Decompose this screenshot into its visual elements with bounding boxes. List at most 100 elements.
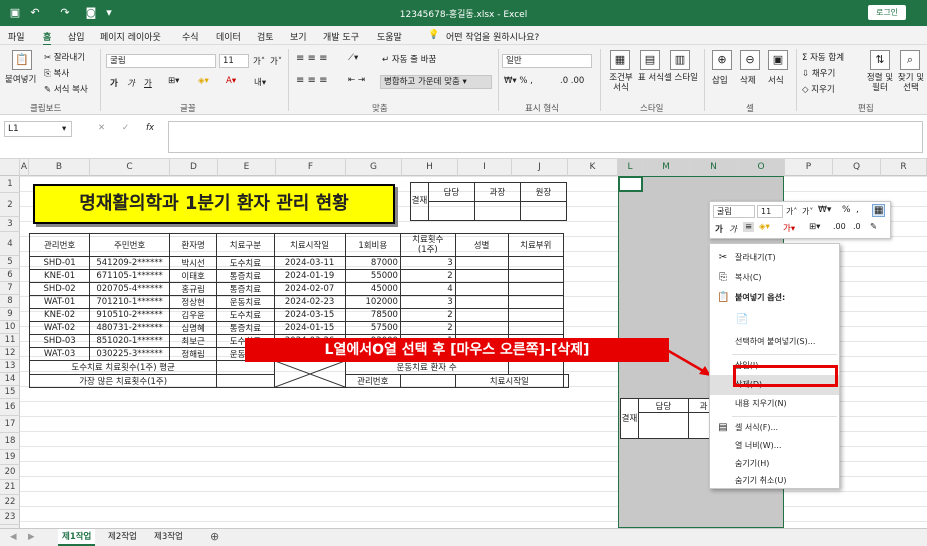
cell-styles-icon[interactable]: ▥ bbox=[670, 50, 690, 70]
context-menu-column-width[interactable]: 열 너비(W)... bbox=[710, 436, 839, 456]
delete-cells-icon[interactable]: ⊖ bbox=[740, 50, 760, 70]
grow-font-button[interactable]: 가˄ bbox=[253, 55, 265, 67]
tab-developer[interactable]: 개발 도구 bbox=[323, 30, 359, 43]
enter-icon[interactable]: ✓ bbox=[122, 123, 129, 133]
name-box-dropdown-icon[interactable]: ▾ bbox=[62, 124, 66, 134]
indent-icon[interactable]: ⇤ ⇥ bbox=[348, 75, 365, 85]
conditional-format-icon[interactable]: ▦ bbox=[610, 50, 630, 70]
column-header[interactable]: D bbox=[170, 159, 218, 176]
column-header[interactable]: J bbox=[512, 159, 568, 176]
mini-italic-button[interactable]: 가 bbox=[729, 223, 737, 235]
mini-increase-decimal-icon[interactable]: .00 bbox=[833, 222, 846, 231]
currency-icon[interactable]: ₩▾ % , bbox=[504, 76, 533, 86]
table-format-button[interactable]: 표 서식 bbox=[636, 73, 666, 83]
mini-font-color-icon[interactable]: 가▾ bbox=[783, 222, 795, 234]
align-left-icon[interactable]: ≡ ≡ ≡ bbox=[296, 75, 328, 86]
row-header[interactable]: 2 bbox=[0, 193, 20, 217]
shrink-font-button[interactable]: 가˅ bbox=[270, 55, 282, 67]
mini-font-select[interactable]: 굴림 bbox=[713, 205, 755, 218]
wrap-text-button[interactable]: ↵ 자동 줄 바꿈 bbox=[382, 53, 436, 65]
decimal-icon[interactable]: .0 .00 bbox=[560, 76, 584, 86]
tab-insert[interactable]: 삽입 bbox=[68, 30, 85, 43]
row-header[interactable]: 6 bbox=[0, 269, 20, 282]
row-header[interactable]: 12 bbox=[0, 347, 20, 360]
column-header[interactable]: L bbox=[618, 159, 643, 176]
align-top-icon[interactable]: ≡ ≡ ≡ bbox=[296, 53, 328, 64]
sheet-tab[interactable]: 제3작업 bbox=[150, 529, 187, 546]
fill-color-icon[interactable]: ◈▾ bbox=[198, 76, 209, 86]
row-header[interactable]: 21 bbox=[0, 480, 20, 495]
next-sheet-icon[interactable]: ▶ bbox=[24, 529, 39, 546]
tab-file[interactable]: 파일 bbox=[8, 30, 25, 43]
row-header[interactable]: 17 bbox=[0, 416, 20, 433]
tab-home[interactable]: 홈 bbox=[43, 30, 52, 46]
row-header[interactable]: 8 bbox=[0, 295, 20, 308]
delete-cells-button[interactable]: 삭제 bbox=[740, 74, 756, 86]
tab-page-layout[interactable]: 페이지 레이아웃 bbox=[100, 30, 161, 43]
column-header[interactable]: E bbox=[218, 159, 276, 176]
tab-formulas[interactable]: 수식 bbox=[182, 30, 199, 43]
clear-button[interactable]: ◇ 지우기 bbox=[802, 83, 835, 95]
cut-button[interactable]: ✂ 잘라내기 bbox=[44, 51, 85, 63]
row-header[interactable]: 7 bbox=[0, 282, 20, 295]
column-header[interactable]: M bbox=[643, 159, 690, 176]
mini-align-center-icon[interactable]: ≡ bbox=[743, 222, 755, 232]
column-header[interactable]: O bbox=[738, 159, 785, 176]
tab-view[interactable]: 보기 bbox=[290, 30, 307, 43]
font-color-icon[interactable]: A▾ bbox=[226, 76, 236, 86]
row-header[interactable]: 5 bbox=[0, 256, 20, 269]
phonetic-icon[interactable]: 내▾ bbox=[254, 76, 266, 88]
row-header[interactable]: 3 bbox=[0, 217, 20, 232]
mini-currency-icon[interactable]: ₩▾ bbox=[818, 205, 831, 215]
login-button[interactable]: 로그인 bbox=[868, 5, 906, 20]
context-menu-clear-contents[interactable]: 내용 지우기(N) bbox=[710, 394, 839, 414]
context-menu-copy[interactable]: ⎘ 복사(C) bbox=[710, 268, 839, 288]
insert-cells-icon[interactable]: ⊕ bbox=[712, 50, 732, 70]
column-header[interactable]: G bbox=[346, 159, 402, 176]
context-menu-format-cells[interactable]: ▤ 셀 서식(F)... bbox=[710, 418, 839, 438]
row-header[interactable]: 4 bbox=[0, 232, 20, 256]
underline-button[interactable]: 가 bbox=[144, 77, 152, 89]
mini-decrease-decimal-icon[interactable]: .0 bbox=[853, 222, 861, 231]
mini-size-select[interactable]: 11 bbox=[757, 205, 783, 218]
sort-filter-icon[interactable]: ⇅ bbox=[870, 50, 890, 70]
tab-review[interactable]: 검토 bbox=[257, 30, 274, 43]
row-header[interactable]: 11 bbox=[0, 334, 20, 347]
italic-button[interactable]: 가 bbox=[127, 77, 135, 89]
sheet-tab[interactable]: 제2작업 bbox=[104, 529, 141, 546]
format-painter-button[interactable]: ✎ 서식 복사 bbox=[44, 83, 88, 95]
format-cells-icon[interactable]: ▣ bbox=[768, 50, 788, 70]
row-header[interactable]: 13 bbox=[0, 360, 20, 373]
row-header[interactable]: 10 bbox=[0, 321, 20, 334]
context-menu-paste-special[interactable]: 선택하여 붙여넣기(S)... bbox=[710, 332, 839, 352]
find-select-button[interactable]: 찾기 및 선택 bbox=[896, 73, 926, 93]
mini-percent-button[interactable]: % bbox=[842, 205, 851, 215]
mini-bold-button[interactable]: 가 bbox=[715, 223, 723, 235]
tab-help[interactable]: 도움말 bbox=[377, 30, 402, 43]
row-header[interactable]: 20 bbox=[0, 465, 20, 480]
row-header[interactable]: 19 bbox=[0, 450, 20, 465]
conditional-format-button[interactable]: 조건부 서식 bbox=[606, 73, 636, 93]
insert-cells-button[interactable]: 삽입 bbox=[712, 74, 728, 86]
row-header[interactable]: 18 bbox=[0, 433, 20, 450]
fill-button[interactable]: ⇩ 채우기 bbox=[802, 67, 835, 79]
row-header[interactable]: 15 bbox=[0, 386, 20, 399]
insert-function-icon[interactable]: fx bbox=[146, 123, 154, 133]
font-size-select[interactable]: 11 bbox=[219, 54, 249, 68]
paste-icon[interactable]: 📋 bbox=[12, 50, 32, 70]
prev-sheet-icon[interactable]: ◀ bbox=[6, 529, 21, 546]
context-menu-unhide[interactable]: 숨기기 취소(U) bbox=[710, 471, 839, 491]
sort-filter-button[interactable]: 정렬 및 필터 bbox=[866, 73, 894, 93]
column-header[interactable]: N bbox=[690, 159, 738, 176]
column-header[interactable]: P bbox=[785, 159, 833, 176]
mini-shrink-font-button[interactable]: 가˅ bbox=[802, 206, 813, 217]
select-all-corner[interactable] bbox=[0, 159, 20, 176]
formula-input[interactable] bbox=[168, 121, 923, 153]
format-cells-button[interactable]: 서식 bbox=[768, 74, 784, 86]
sheet-tab[interactable]: 제1작업 bbox=[58, 529, 96, 546]
merge-center-button[interactable]: 병합하고 가운데 맞춤 ▾ bbox=[380, 75, 492, 89]
sheet-title-shape[interactable]: 명재활의학과 1분기 환자 관리 현황 bbox=[33, 184, 395, 224]
mini-grow-font-button[interactable]: 가˄ bbox=[786, 206, 797, 217]
row-header[interactable]: 22 bbox=[0, 495, 20, 510]
mini-comma-button[interactable]: , bbox=[856, 205, 859, 215]
